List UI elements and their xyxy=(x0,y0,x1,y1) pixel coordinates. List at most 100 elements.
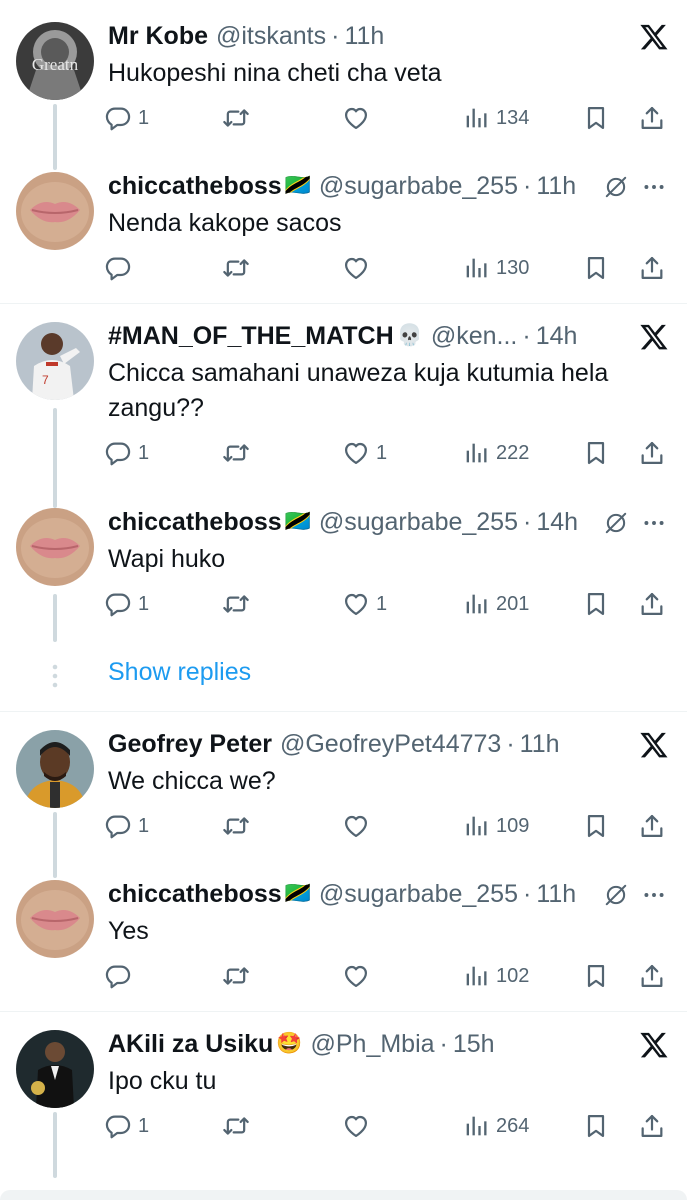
user-handle[interactable]: @GeofreyPet44773 xyxy=(280,730,501,759)
avatar[interactable] xyxy=(16,172,94,250)
reply-button[interactable] xyxy=(104,250,138,286)
share-icon xyxy=(638,812,666,840)
reply-composer-edge[interactable] xyxy=(0,1190,687,1200)
reply-button[interactable] xyxy=(104,958,138,994)
x-logo-icon[interactable] xyxy=(639,1030,669,1060)
views-button[interactable]: 201 xyxy=(462,586,529,622)
more-options-icon[interactable] xyxy=(641,510,667,536)
retweet-icon xyxy=(222,254,250,282)
avatar[interactable]: 7 xyxy=(16,322,94,400)
like-button[interactable]: 1 xyxy=(342,586,387,622)
user-handle[interactable]: @ken... xyxy=(431,322,518,351)
retweet-button[interactable] xyxy=(222,250,256,286)
avatar[interactable]: Greatn xyxy=(16,22,94,100)
display-name[interactable]: #MAN_OF_THE_MATCH xyxy=(108,322,394,351)
bookmark-button[interactable] xyxy=(582,958,610,994)
timestamp[interactable]: 11h xyxy=(344,22,384,51)
share-button[interactable] xyxy=(638,1108,666,1144)
more-options-icon[interactable] xyxy=(641,174,667,200)
x-logo-icon[interactable] xyxy=(639,22,669,52)
tweet-header: Geofrey Peter @GeofreyPet44773 · 11h xyxy=(108,728,577,760)
timestamp[interactable]: 14h xyxy=(536,508,577,537)
bookmark-button[interactable] xyxy=(582,250,610,286)
share-button[interactable] xyxy=(638,958,666,994)
share-button[interactable] xyxy=(638,250,666,286)
bookmark-button[interactable] xyxy=(582,100,610,136)
user-handle[interactable]: @sugarbabe_255 xyxy=(319,880,518,909)
avatar[interactable] xyxy=(16,1030,94,1108)
reply-icon xyxy=(104,1112,132,1140)
reply-icon xyxy=(104,962,132,990)
display-name[interactable]: AKili za Usiku xyxy=(108,1030,273,1059)
timestamp[interactable]: 11h xyxy=(536,172,576,201)
like-button[interactable] xyxy=(342,250,376,286)
timestamp[interactable]: 14h xyxy=(536,322,577,351)
bookmark-button[interactable] xyxy=(582,808,610,844)
timestamp[interactable]: 11h xyxy=(520,730,560,759)
separator-dot: · xyxy=(506,729,515,758)
heart-icon xyxy=(342,962,370,990)
muted-conversation-icon[interactable] xyxy=(603,174,629,200)
retweet-button[interactable] xyxy=(222,586,256,622)
share-button[interactable] xyxy=(638,100,666,136)
share-button[interactable] xyxy=(638,808,666,844)
display-name[interactable]: chiccatheboss xyxy=(108,172,282,201)
display-name[interactable]: Mr Kobe xyxy=(108,22,208,51)
x-logo-icon[interactable] xyxy=(639,322,669,352)
like-button[interactable] xyxy=(342,100,376,136)
reply-count: 1 xyxy=(138,1114,150,1137)
bar-chart-icon xyxy=(462,590,490,618)
avatar[interactable] xyxy=(16,730,94,808)
views-button[interactable]: 134 xyxy=(462,100,529,136)
skull-emoji: 💀 xyxy=(396,324,423,347)
muted-conversation-icon[interactable] xyxy=(603,510,629,536)
display-name[interactable]: chiccatheboss xyxy=(108,880,282,909)
retweet-button[interactable] xyxy=(222,1108,256,1144)
more-options-icon[interactable] xyxy=(641,882,667,908)
user-handle[interactable]: @sugarbabe_255 xyxy=(319,172,518,201)
views-button[interactable]: 109 xyxy=(462,808,529,844)
tweet-text: Chicca samahani unaweza kuja kutumia hel… xyxy=(108,359,609,422)
retweet-button[interactable] xyxy=(222,100,256,136)
bookmark-icon xyxy=(582,812,610,840)
user-handle[interactable]: @Ph_Mbia xyxy=(310,1030,434,1059)
bookmark-button[interactable] xyxy=(582,586,610,622)
bookmark-button[interactable] xyxy=(582,435,610,471)
reply-button[interactable]: 1 xyxy=(104,435,149,471)
bookmark-icon xyxy=(582,104,610,132)
like-button[interactable] xyxy=(342,958,376,994)
display-name[interactable]: Geofrey Peter xyxy=(108,730,272,759)
tweet-header: #MAN_OF_THE_MATCH 💀 @ken... · 14h xyxy=(108,320,577,352)
share-button[interactable] xyxy=(638,435,666,471)
user-handle[interactable]: @sugarbabe_255 xyxy=(319,508,518,537)
retweet-button[interactable] xyxy=(222,808,256,844)
avatar[interactable] xyxy=(16,880,94,958)
x-logo-icon[interactable] xyxy=(639,730,669,760)
like-button[interactable] xyxy=(342,1108,376,1144)
like-button[interactable] xyxy=(342,808,376,844)
action-bar: 1 109 xyxy=(104,808,674,844)
muted-conversation-icon[interactable] xyxy=(603,882,629,908)
bookmark-icon xyxy=(582,254,610,282)
action-bar: 1 1 222 xyxy=(104,435,674,471)
display-name[interactable]: chiccatheboss xyxy=(108,508,282,537)
reply-button[interactable]: 1 xyxy=(104,808,149,844)
bookmark-button[interactable] xyxy=(582,1108,610,1144)
views-button[interactable]: 222 xyxy=(462,435,529,471)
share-button[interactable] xyxy=(638,586,666,622)
reply-button[interactable]: 1 xyxy=(104,100,149,136)
avatar[interactable] xyxy=(16,508,94,586)
views-button[interactable]: 130 xyxy=(462,250,529,286)
reply-button[interactable]: 1 xyxy=(104,586,149,622)
views-button[interactable]: 102 xyxy=(462,958,529,994)
views-button[interactable]: 264 xyxy=(462,1108,529,1144)
reply-button[interactable]: 1 xyxy=(104,1108,149,1144)
user-handle[interactable]: @itskants xyxy=(216,22,326,51)
show-replies-link[interactable]: Show replies xyxy=(108,658,251,687)
timestamp[interactable]: 11h xyxy=(536,880,576,909)
retweet-button[interactable] xyxy=(222,958,256,994)
star-struck-emoji: 🤩 xyxy=(276,1032,303,1055)
like-button[interactable]: 1 xyxy=(342,435,387,471)
timestamp[interactable]: 15h xyxy=(453,1030,495,1059)
retweet-button[interactable] xyxy=(222,435,256,471)
